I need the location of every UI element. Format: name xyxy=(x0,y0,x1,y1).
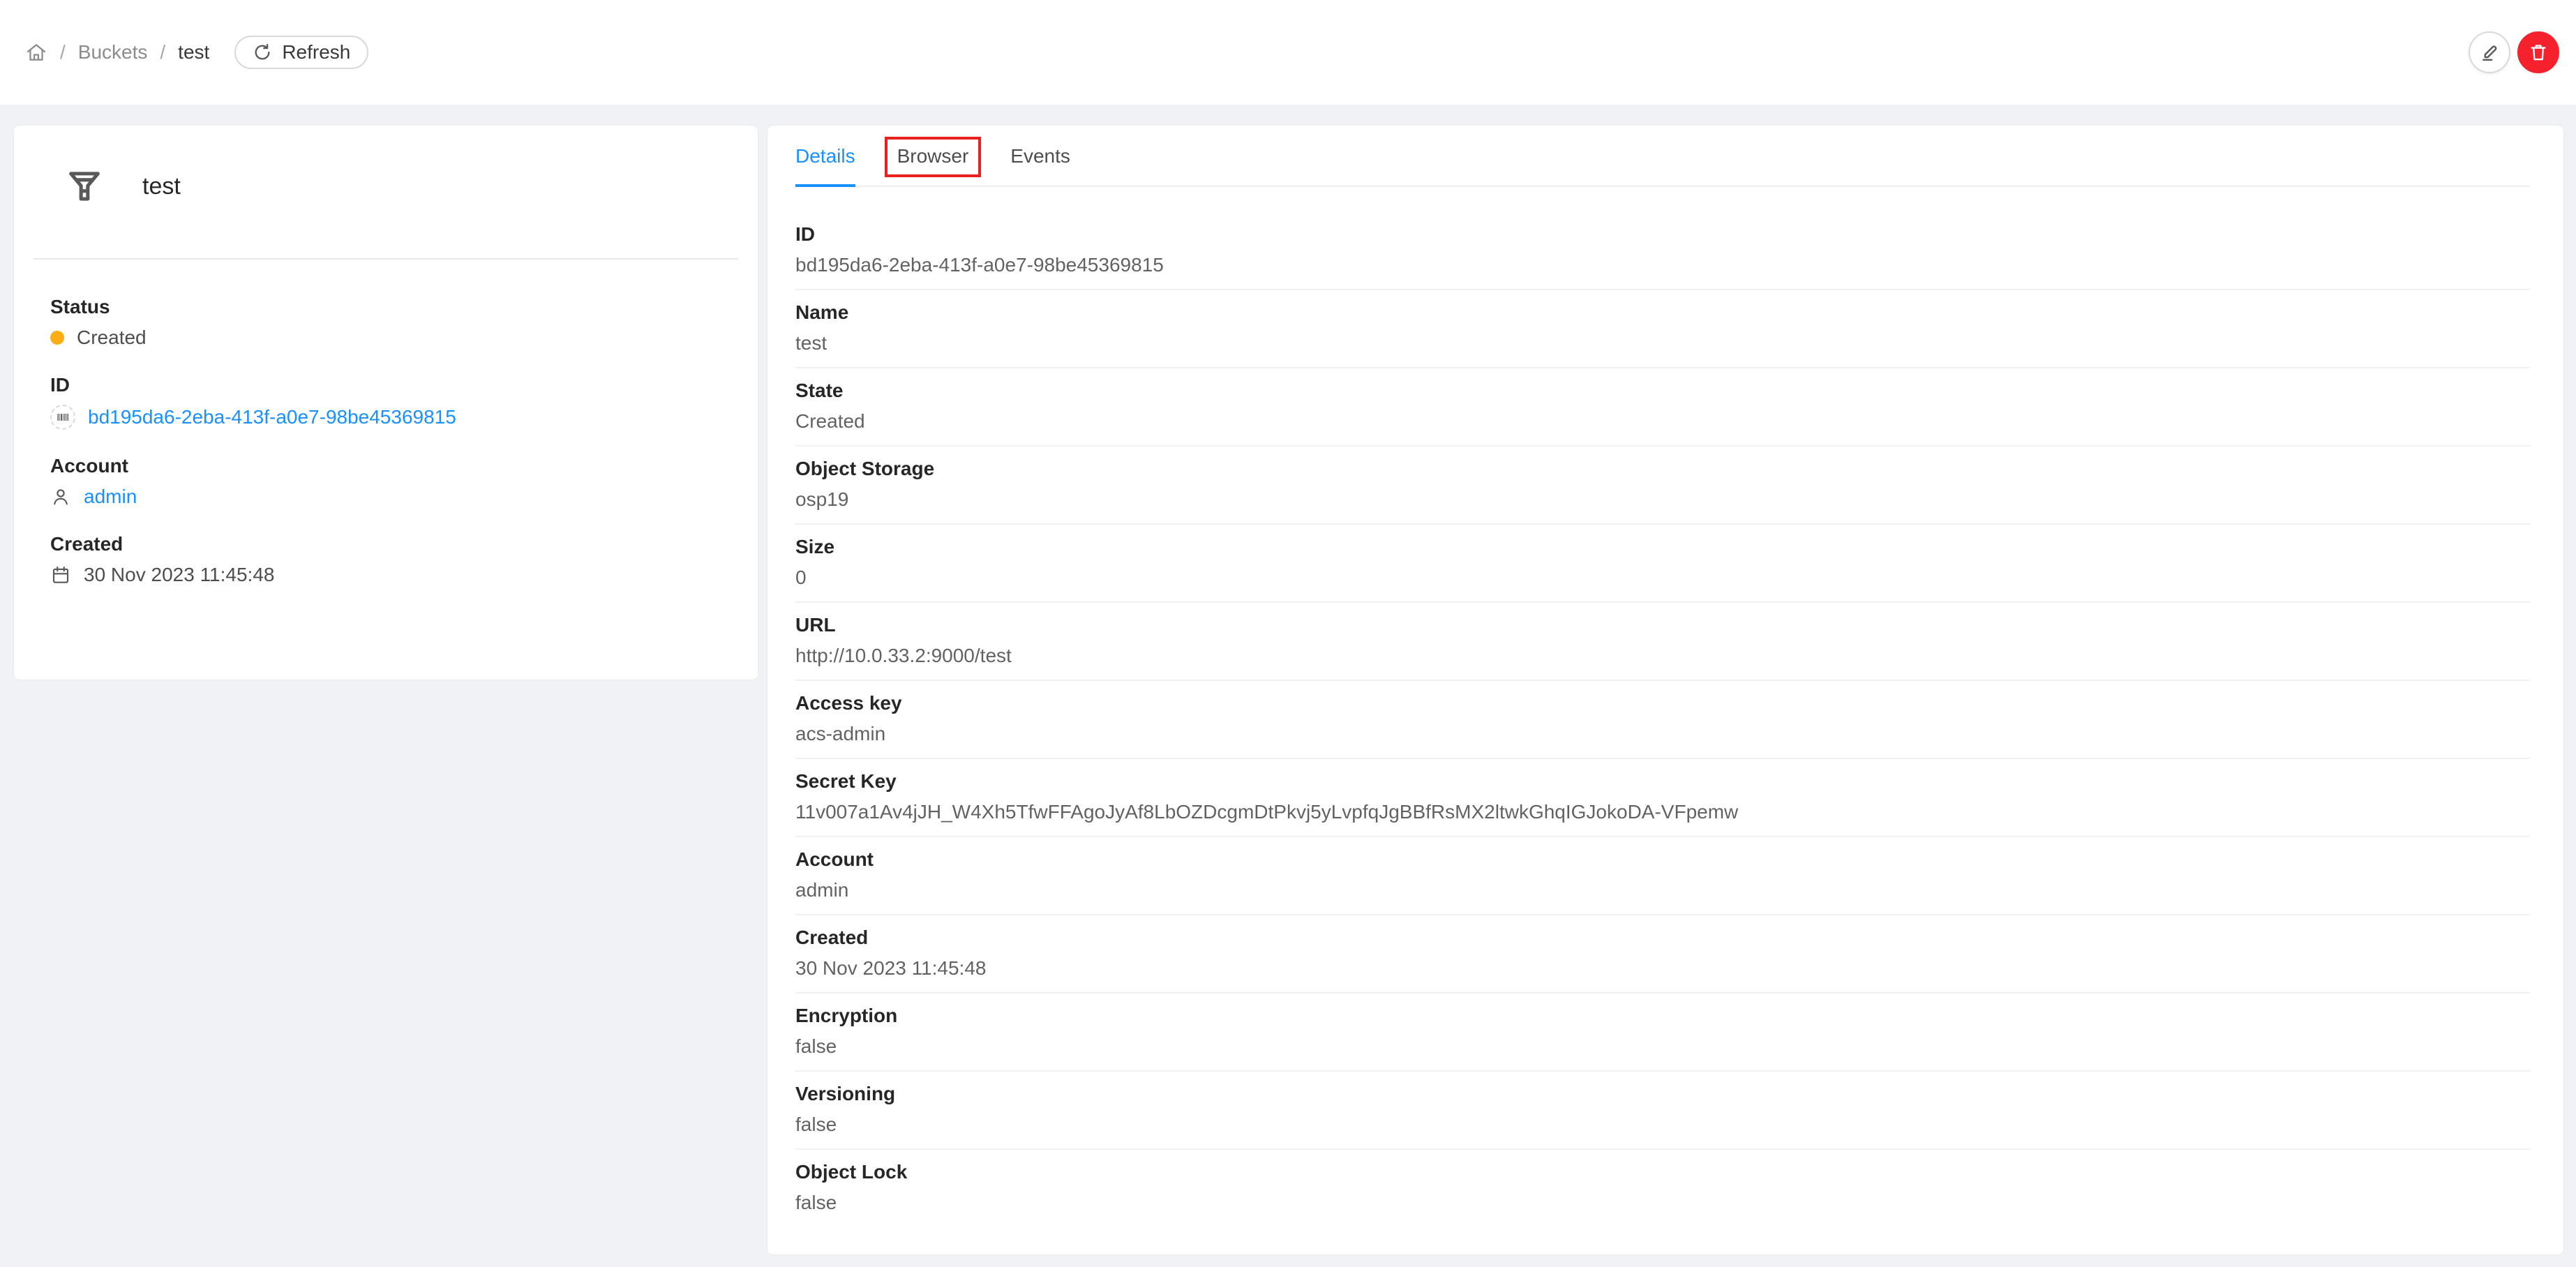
field-account-label: Account xyxy=(50,455,128,477)
calendar-icon xyxy=(50,564,71,585)
details-card: Details Browser Events ID bd195da6-2eba-… xyxy=(767,126,2563,1254)
breadcrumb-link-buckets[interactable]: Buckets xyxy=(78,41,148,63)
detail-label: Secret Key xyxy=(795,770,897,792)
detail-label: Account xyxy=(795,848,874,870)
refresh-button[interactable]: Refresh xyxy=(234,36,369,69)
tab-events-label: Events xyxy=(1010,145,1070,167)
detail-label: State xyxy=(795,380,844,401)
page: / Buckets / test Refresh test Status Cre… xyxy=(0,0,2576,1267)
detail-label: Name xyxy=(795,301,849,323)
detail-row: Encryption false xyxy=(795,994,2530,1072)
detail-row: Object Storage osp19 xyxy=(795,447,2530,525)
detail-value: false xyxy=(795,1114,837,1135)
detail-value: false xyxy=(795,1192,837,1213)
home-icon[interactable] xyxy=(25,41,47,63)
detail-value: 11v007a1Av4jJH_W4Xh5TfwFFAgoJyAf8LbOZDcg… xyxy=(795,801,1739,823)
field-status-label: Status xyxy=(50,296,110,317)
detail-label: Object Storage xyxy=(795,458,935,479)
field-status: Status Created xyxy=(50,296,724,349)
tab-browser[interactable]: Browser xyxy=(884,137,982,186)
detail-row: Secret Key 11v007a1Av4jJH_W4Xh5TfwFFAgoJ… xyxy=(795,759,2530,837)
delete-button[interactable] xyxy=(2517,31,2559,73)
detail-value: osp19 xyxy=(795,488,849,510)
detail-value: bd195da6-2eba-413f-a0e7-98be45369815 xyxy=(795,254,1164,276)
detail-value: http://10.0.33.2:9000/test xyxy=(795,645,1012,666)
main-content: test Status Created ID bd195da6-2eba-413… xyxy=(0,105,2576,1254)
detail-row: Access key acs-admin xyxy=(795,681,2530,759)
account-link[interactable]: admin xyxy=(84,486,137,508)
breadcrumb-separator: / xyxy=(160,41,166,63)
edit-button[interactable] xyxy=(2469,31,2510,73)
detail-value: test xyxy=(795,332,828,354)
tab-details-label: Details xyxy=(795,145,855,167)
detail-value: admin xyxy=(795,879,849,901)
bucket-funnel-icon xyxy=(64,166,105,207)
tab-browser-label: Browser xyxy=(897,145,969,167)
field-created-label: Created xyxy=(50,533,123,555)
details-list: ID bd195da6-2eba-413f-a0e7-98be45369815 … xyxy=(795,187,2530,1227)
resource-fields: Status Created ID bd195da6-2eba-413f-a0e… xyxy=(47,296,724,586)
detail-row: Created 30 Nov 2023 11:45:48 xyxy=(795,915,2530,994)
barcode-icon[interactable] xyxy=(50,405,75,430)
breadcrumb-separator: / xyxy=(60,41,66,63)
detail-row: Object Lock false xyxy=(795,1150,2530,1227)
tab-bar: Details Browser Events xyxy=(795,126,2530,187)
detail-label: Access key xyxy=(795,692,902,714)
user-icon xyxy=(50,486,71,507)
status-value: Created xyxy=(77,327,147,348)
detail-value: acs-admin xyxy=(795,723,886,744)
resource-title-row: test xyxy=(47,166,724,207)
detail-label: URL xyxy=(795,614,836,636)
status-dot-icon xyxy=(50,331,64,345)
breadcrumb: / Buckets / test xyxy=(25,41,209,63)
detail-label: Encryption xyxy=(795,1005,898,1026)
detail-label: Versioning xyxy=(795,1083,896,1104)
tab-details[interactable]: Details xyxy=(795,145,855,187)
trash-icon xyxy=(2528,42,2549,63)
field-created: Created 30 Nov 2023 11:45:48 xyxy=(50,533,724,586)
detail-row: URL http://10.0.33.2:9000/test xyxy=(795,603,2530,681)
detail-row: Name test xyxy=(795,290,2530,368)
resource-title: test xyxy=(142,172,181,200)
refresh-label: Refresh xyxy=(282,41,351,63)
header-actions xyxy=(2469,31,2559,73)
detail-row: Size 0 xyxy=(795,525,2530,603)
breadcrumb-current: test xyxy=(178,41,210,63)
resource-info-card: test Status Created ID bd195da6-2eba-413… xyxy=(14,126,758,680)
field-account: Account admin xyxy=(50,455,724,508)
detail-label: Object Lock xyxy=(795,1161,908,1183)
divider xyxy=(33,258,738,260)
detail-row: State Created xyxy=(795,368,2530,447)
bucket-id-link[interactable]: bd195da6-2eba-413f-a0e7-98be45369815 xyxy=(88,406,456,428)
created-value: 30 Nov 2023 11:45:48 xyxy=(84,564,275,585)
detail-row: ID bd195da6-2eba-413f-a0e7-98be45369815 xyxy=(795,212,2530,290)
detail-value: Created xyxy=(795,410,865,432)
tab-events[interactable]: Events xyxy=(1010,145,1070,186)
detail-row: Account admin xyxy=(795,837,2530,915)
field-id: ID bd195da6-2eba-413f-a0e7-98be45369815 xyxy=(50,374,724,430)
detail-row: Versioning false xyxy=(795,1072,2530,1150)
pencil-icon xyxy=(2479,42,2500,63)
field-id-label: ID xyxy=(50,374,70,396)
detail-value: 30 Nov 2023 11:45:48 xyxy=(795,957,987,979)
reload-icon xyxy=(253,43,272,62)
detail-value: false xyxy=(795,1035,837,1057)
detail-label: Size xyxy=(795,536,835,557)
detail-label: Created xyxy=(795,927,869,948)
detail-value: 0 xyxy=(795,567,807,588)
detail-label: ID xyxy=(795,223,815,245)
header: / Buckets / test Refresh xyxy=(0,0,2576,105)
